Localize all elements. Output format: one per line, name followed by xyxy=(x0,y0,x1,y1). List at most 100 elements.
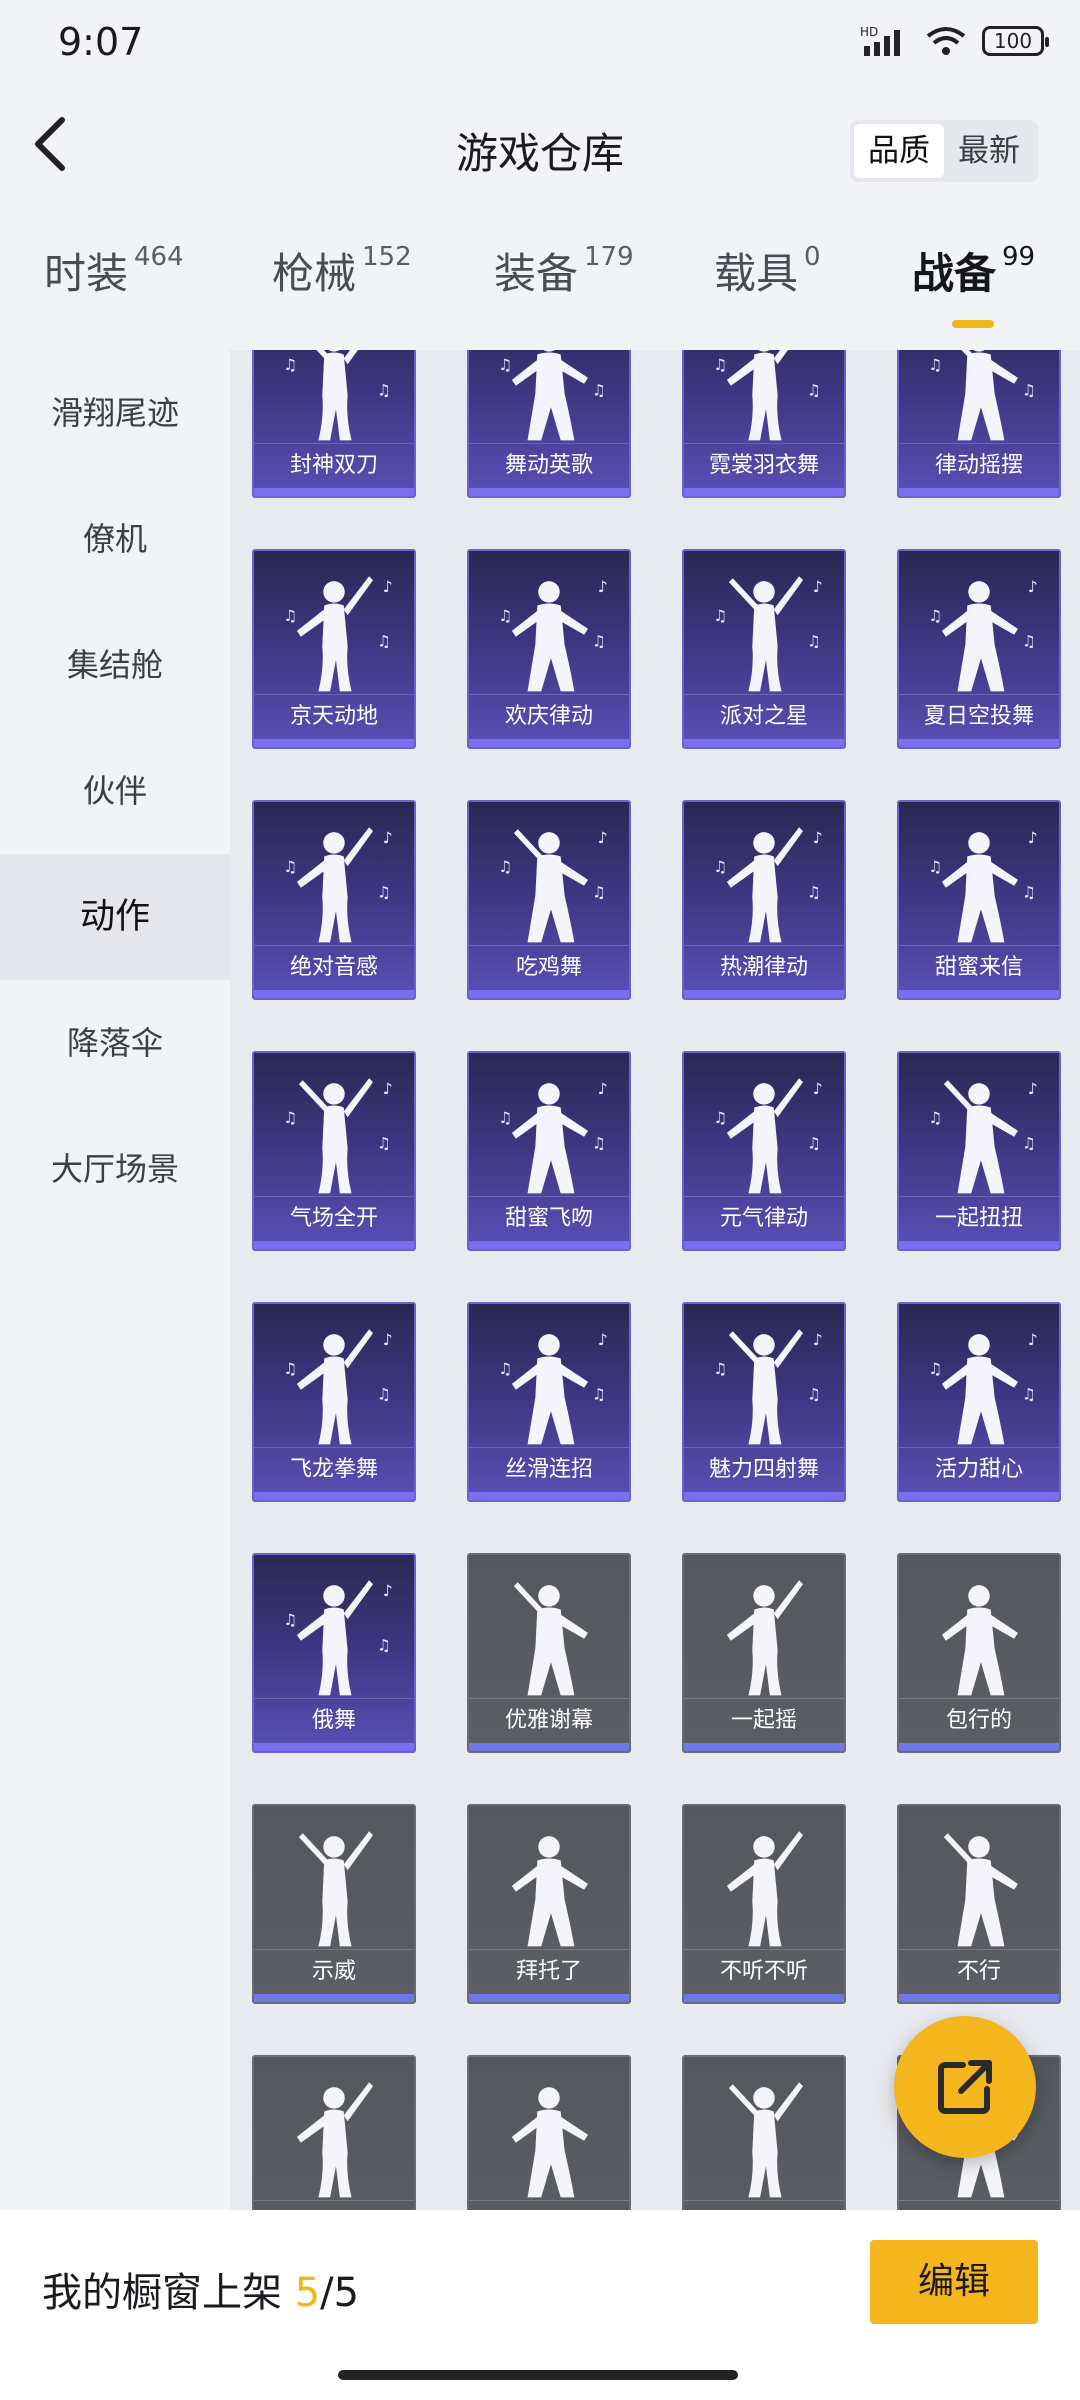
emote-name: 包行的 xyxy=(899,1698,1059,1743)
emote-card[interactable]: ♫ ♪ ♫ 飞龙拳舞 xyxy=(252,1302,416,1502)
emote-card[interactable]: ♫ ♪ ♫ 一起扭扭 xyxy=(897,1051,1061,1251)
tab-label: 战备 xyxy=(912,249,997,298)
card-quality-bar xyxy=(469,739,629,747)
emote-card[interactable]: 拜托了 xyxy=(467,1804,631,2004)
dancer-figure-icon: ♫♪♫ xyxy=(283,827,393,943)
music-note-icon: ♪ xyxy=(598,829,608,847)
sort-newest[interactable]: 最新 xyxy=(944,124,1034,178)
dancer-figure-icon: ♫♪♫ xyxy=(283,1329,393,1445)
sidebar: 滑翔尾迹 僚机 集结舱 伙伴 动作 降落伞 大厅场景 xyxy=(0,350,230,2210)
active-tab-indicator xyxy=(952,320,994,328)
sidebar-item-lobby-scene[interactable]: 大厅场景 xyxy=(0,1106,230,1232)
emote-name: 热潮律动 xyxy=(684,945,844,990)
music-note-icon: ♫ xyxy=(283,1360,297,1378)
sidebar-item-parachute[interactable]: 降落伞 xyxy=(0,980,230,1106)
battery-level: 100 xyxy=(993,29,1033,53)
dancer-figure-icon xyxy=(511,2087,589,2198)
emote-card[interactable]: ♫ ♪ ♫ 欢庆律动 xyxy=(467,549,631,749)
emote-card[interactable]: ♫ ♪ ♫ 气场全开 xyxy=(252,1051,416,1251)
music-note-icon: ♫ xyxy=(713,858,727,876)
emote-card[interactable] xyxy=(252,2055,416,2210)
dancer-figure-icon: ♫♪♫ xyxy=(928,829,1038,943)
music-note-icon: ♫ xyxy=(807,883,821,901)
emote-card[interactable]: 示威 xyxy=(252,1804,416,2004)
music-note-icon: ♫ xyxy=(283,607,297,625)
dancer-figure-icon xyxy=(943,1833,1019,1947)
emote-name: 绝对音感 xyxy=(254,945,414,990)
emote-card[interactable]: ♫ ♪ ♫ 活力甜心 xyxy=(897,1302,1061,1502)
sort-quality[interactable]: 品质 xyxy=(854,124,944,178)
emote-card[interactable]: ♫ ♪ ♫ 魅力四射舞 xyxy=(682,1302,846,1502)
item-grid-area[interactable]: ♫ ♪ ♫ 封神双刀 ♫ ♪ ♫ 舞动英歌 ♫ ♪ ♫ 霓裳羽衣舞 ♫ ♪ ♫ 律动摇摆 ♫ ♪ ♫ 京天动地 ♫ ♪ ♫ 欢… xyxy=(230,350,1080,2210)
music-note-icon: ♪ xyxy=(598,1331,608,1349)
emote-name: 封神双刀 xyxy=(254,443,414,488)
music-note-icon: ♫ xyxy=(928,1109,942,1127)
emote-name xyxy=(254,2200,414,2210)
emote-card[interactable]: ♫ ♪ ♫ 热潮律动 xyxy=(682,800,846,1000)
tab-equipment[interactable]: 装备 179 xyxy=(494,240,634,301)
dancer-figure-icon: ♫♪♫ xyxy=(928,350,1036,441)
dancer-figure-icon xyxy=(513,1582,589,1696)
dancer-figure-icon xyxy=(726,1580,804,1696)
dancer-figure-icon: ♫♪♫ xyxy=(498,829,608,943)
edit-button[interactable]: 编辑 xyxy=(870,2240,1038,2324)
emote-card[interactable]: ♫ ♪ ♫ 绝对音感 xyxy=(252,800,416,1000)
emote-card[interactable]: ♫ ♪ ♫ 夏日空投舞 xyxy=(897,549,1061,749)
dancer-figure-icon: ♫♪♫ xyxy=(928,1080,1038,1194)
home-indicator[interactable] xyxy=(338,2370,738,2380)
emote-card[interactable]: ♫ ♪ ♫ 丝滑连招 xyxy=(467,1302,631,1502)
sidebar-item-partner[interactable]: 伙伴 xyxy=(0,728,230,854)
music-note-icon: ♫ xyxy=(283,1611,297,1629)
music-note-icon: ♫ xyxy=(283,1109,297,1127)
card-quality-bar xyxy=(899,488,1059,496)
emote-card[interactable]: 包行的 xyxy=(897,1553,1061,1753)
card-quality-bar xyxy=(254,739,414,747)
emote-card[interactable]: ♫ ♪ ♫ 甜蜜来信 xyxy=(897,800,1061,1000)
emote-card[interactable]: ♫ ♪ ♫ 封神双刀 xyxy=(252,350,416,498)
music-note-icon: ♪ xyxy=(598,1080,608,1098)
emote-card[interactable] xyxy=(467,2055,631,2210)
music-note-icon: ♫ xyxy=(807,1134,821,1152)
sidebar-item-emotes[interactable]: 动作 xyxy=(0,854,230,980)
emote-card[interactable]: ♫ ♪ ♫ 甜蜜飞吻 xyxy=(467,1051,631,1251)
emote-card[interactable]: ♫ ♪ ♫ 俄舞 xyxy=(252,1553,416,1753)
share-button[interactable] xyxy=(894,2016,1036,2158)
emote-card[interactable]: 优雅谢幕 xyxy=(467,1553,631,1753)
music-note-icon: ♫ xyxy=(928,356,942,374)
wifi-icon xyxy=(926,27,966,55)
dancer-figure-icon: ♫♪♫ xyxy=(928,578,1038,692)
emote-card[interactable] xyxy=(682,2055,846,2210)
tab-guns[interactable]: 枪械 152 xyxy=(272,240,412,301)
tab-fashion[interactable]: 时装 464 xyxy=(44,240,184,301)
music-note-icon: ♫ xyxy=(807,632,821,650)
dancer-figure-icon: ♫♪♫ xyxy=(713,1329,823,1445)
emote-card[interactable]: ♫ ♪ ♫ 舞动英歌 xyxy=(467,350,631,498)
emote-name: 一起摇 xyxy=(684,1698,844,1743)
emote-name xyxy=(469,2200,629,2210)
emote-card[interactable]: 一起摇 xyxy=(682,1553,846,1753)
music-note-icon: ♪ xyxy=(383,1582,393,1600)
music-note-icon: ♪ xyxy=(383,1080,393,1098)
emote-name: 派对之星 xyxy=(684,694,844,739)
dancer-figure-icon: ♫♪♫ xyxy=(713,827,823,943)
emote-card[interactable]: ♫ ♪ ♫ 元气律动 xyxy=(682,1051,846,1251)
sidebar-item-rally-pod[interactable]: 集结舱 xyxy=(0,602,230,728)
tab-vehicles[interactable]: 载具 0 xyxy=(714,240,821,301)
card-quality-bar xyxy=(684,488,844,496)
emote-card[interactable]: 不听不听 xyxy=(682,1804,846,2004)
emote-card[interactable]: 不行 xyxy=(897,1804,1061,2004)
music-note-icon: ♪ xyxy=(1028,829,1038,847)
emote-card[interactable]: ♫ ♪ ♫ 京天动地 xyxy=(252,549,416,749)
emote-name: 气场全开 xyxy=(254,1196,414,1241)
sidebar-item-glide-trail[interactable]: 滑翔尾迹 xyxy=(0,350,230,476)
emote-card[interactable]: ♫ ♪ ♫ 吃鸡舞 xyxy=(467,800,631,1000)
emote-card[interactable]: ♫ ♪ ♫ 律动摇摆 xyxy=(897,350,1061,498)
emote-name: 一起扭扭 xyxy=(899,1196,1059,1241)
music-note-icon: ♪ xyxy=(813,1331,823,1349)
tab-battle-gear[interactable]: 战备 99 xyxy=(912,240,1035,301)
emote-card[interactable]: ♫ ♪ ♫ 派对之星 xyxy=(682,549,846,749)
emote-card[interactable]: ♫ ♪ ♫ 霓裳羽衣舞 xyxy=(682,350,846,498)
tab-label: 装备 xyxy=(494,249,579,298)
sidebar-item-wingman[interactable]: 僚机 xyxy=(0,476,230,602)
emote-name: 夏日空投舞 xyxy=(899,694,1059,739)
